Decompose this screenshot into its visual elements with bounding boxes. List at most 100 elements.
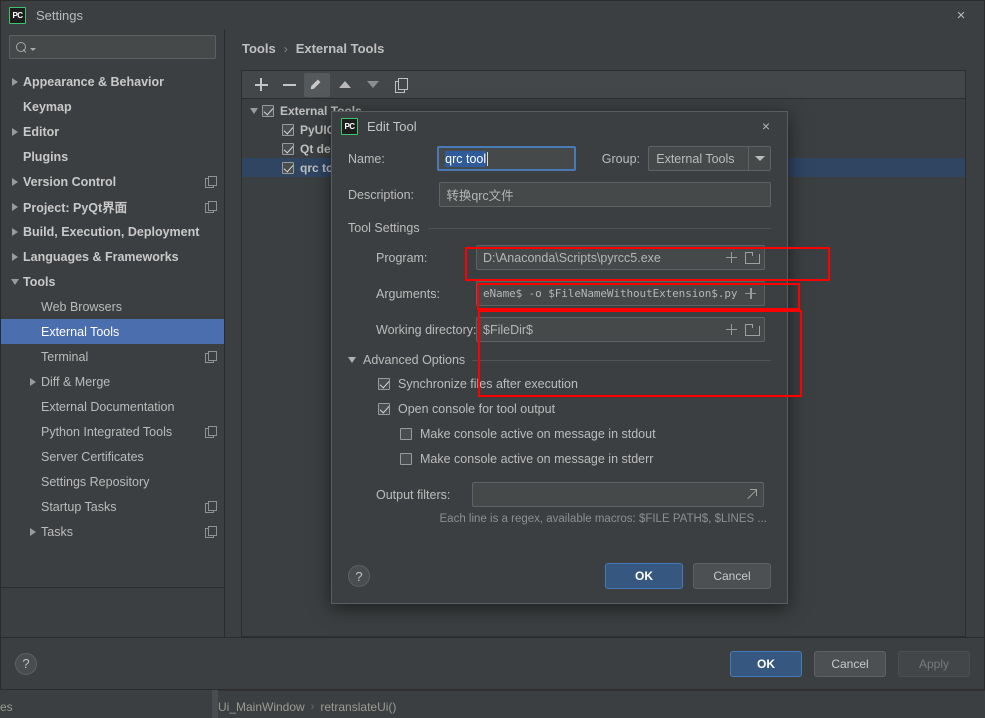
copy-icon [394,78,408,93]
sidebar-item-python-integrated-tools[interactable]: Python Integrated Tools [1,419,224,444]
sidebar-item-startup-tasks[interactable]: Startup Tasks [1,494,224,519]
collapse-arrow-icon[interactable] [246,107,262,114]
plus-icon [254,78,268,91]
sidebar-item-version-control[interactable]: Version Control [1,169,224,194]
browse-folder-icon[interactable] [745,324,760,336]
sidebar-item-external-documentation[interactable]: External Documentation [1,394,224,419]
tool-enabled-checkbox[interactable] [282,123,294,136]
pycharm-logo-icon-dialog: PC [341,117,358,135]
insert-macro-icon[interactable] [726,324,737,335]
sidebar-item-label: Startup Tasks [41,499,117,514]
search-icon [16,41,27,53]
expand-arrow-icon[interactable] [7,252,23,261]
expand-arrow-icon[interactable] [25,527,41,536]
settings-ok-button[interactable]: OK [730,650,802,677]
ide-breadcrumb-class[interactable]: Ui_MainWindow [218,700,305,714]
checkbox-make-console-active-on-message-in-stderr[interactable] [400,453,412,465]
sidebar-item-diff-merge[interactable]: Diff & Merge [1,369,224,394]
sidebar-item-languages-frameworks[interactable]: Languages & Frameworks [1,244,224,269]
checkbox-row[interactable]: Open console for tool output [378,402,771,416]
sidebar-item-server-certificates[interactable]: Server Certificates [1,444,224,469]
sidebar-item-label: External Documentation [41,399,175,414]
sidebar-item-tools[interactable]: Tools [1,269,224,294]
working-directory-label: Working directory: [376,322,477,337]
tool-list-row-label: Qt de [300,141,331,156]
checkbox-row[interactable]: Synchronize files after execution [378,377,771,391]
description-input[interactable]: 转换qrc文件 [439,182,771,207]
move-down-button[interactable] [360,73,386,97]
sidebar-item-settings-repository[interactable]: Settings Repository [1,469,224,494]
arrow-up-icon [339,81,351,88]
search-box[interactable] [9,35,216,59]
name-input[interactable]: qrc tool [437,146,576,171]
expand-arrow-icon[interactable] [7,202,23,211]
checkbox-make-console-active-on-message-in-stdout[interactable] [400,428,412,440]
settings-apply-button[interactable]: Apply [898,650,970,677]
remove-tool-button[interactable] [276,73,302,97]
expand-arrow-icon[interactable] [25,377,41,386]
breadcrumb-separator: › [283,41,288,56]
sidebar-item-terminal[interactable]: Terminal [1,344,224,369]
sidebar-item-editor[interactable]: Editor [1,119,224,144]
sidebar-item-project-pyqt[interactable]: Project: PyQt界面 [1,194,224,219]
arrow-down-icon [367,81,379,88]
project-scope-icon [205,176,217,188]
search-input[interactable] [39,39,209,55]
chevron-down-icon[interactable] [748,147,770,170]
tool-enabled-checkbox[interactable] [262,104,274,117]
close-icon[interactable]: × [938,1,984,29]
move-up-button[interactable] [332,73,358,97]
expand-editor-icon[interactable] [745,488,757,501]
add-tool-button[interactable] [248,73,274,97]
expand-arrow-icon[interactable] [7,127,23,136]
dialog-close-icon[interactable]: × [749,112,783,140]
insert-macro-icon[interactable] [726,252,737,263]
checkbox-row[interactable]: Make console active on message in stdout [400,427,771,441]
sidebar-item-plugins[interactable]: Plugins [1,144,224,169]
checkbox-open-console-for-tool-output[interactable] [378,403,390,415]
working-directory-input-value: $FileDir$ [483,322,534,337]
edit-tool-footer: ? OK Cancel [332,551,787,603]
settings-footer: ? OK Cancel Apply [1,637,984,689]
copy-tool-button[interactable] [388,73,414,97]
sidebar-item-build-execution-deployment[interactable]: Build, Execution, Deployment [1,219,224,244]
checkbox-row[interactable]: Make console active on message in stderr [400,452,771,466]
advanced-options-toggle[interactable]: Advanced Options [348,353,771,367]
project-scope-icon [205,351,217,363]
settings-category-tree: Appearance & Behavior Keymap Editor Plugins… [1,67,224,587]
sidebar-item-web-browsers[interactable]: Web Browsers [1,294,224,319]
program-input[interactable]: D:\Anaconda\Scripts\pyrcc5.exe [476,245,765,270]
browse-folder-icon[interactable] [745,252,760,264]
expand-editor-icon[interactable] [764,288,765,300]
sidebar-item-appearance-behavior[interactable]: Appearance & Behavior [1,69,224,94]
chevron-right-icon [30,377,36,386]
output-filters-input[interactable] [472,482,764,507]
insert-macro-icon[interactable] [745,288,757,299]
expand-arrow-icon[interactable] [7,77,23,86]
search-dropdown-caret-icon[interactable] [30,47,36,51]
dialog-help-button[interactable]: ? [348,565,370,587]
dialog-ok-button[interactable]: OK [605,563,683,589]
settings-cancel-button[interactable]: Cancel [814,650,886,677]
sidebar-item-keymap[interactable]: Keymap [1,94,224,119]
group-select[interactable]: External Tools [648,146,772,171]
ide-breadcrumb-separator: › [310,701,315,713]
checkbox-synchronize-files-after-execution[interactable] [378,378,390,390]
ide-breadcrumb-method[interactable]: retranslateUi() [320,700,396,714]
sidebar-item-tasks[interactable]: Tasks [1,519,224,544]
sidebar-item-external-tools[interactable]: External Tools [1,319,224,344]
dialog-cancel-button[interactable]: Cancel [693,563,771,589]
tool-enabled-checkbox[interactable] [282,142,294,155]
working-directory-row: Working directory: $FileDir$ [348,317,771,342]
checkbox-label: Make console active on message in stdout [420,427,656,441]
expand-arrow-icon[interactable] [7,227,23,236]
tool-list-row-content: qrc to [282,161,333,175]
working-directory-input[interactable]: $FileDir$ [476,317,765,342]
expand-arrow-icon[interactable] [7,177,23,186]
tool-enabled-checkbox[interactable] [282,161,294,174]
collapse-arrow-icon[interactable] [7,278,23,285]
help-button[interactable]: ? [15,652,37,675]
project-scope-icon [205,201,217,213]
edit-tool-button[interactable] [304,72,330,97]
arguments-input[interactable]: eName$ -o $FileNameWithoutExtension$.py [476,281,765,306]
